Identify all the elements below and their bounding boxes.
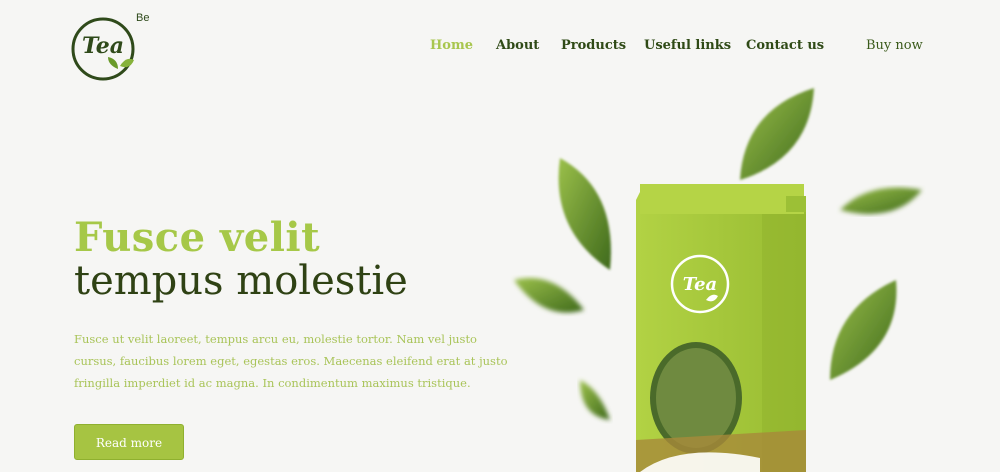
leaf-icon [830, 280, 897, 380]
main-nav: Home About Products Useful links Contact… [430, 38, 920, 58]
hero-title-line1: Fusce velit [74, 214, 321, 261]
nav-about[interactable]: About [496, 38, 539, 53]
leaf-icon [514, 278, 584, 313]
leaf-icon [840, 187, 922, 215]
nav-home[interactable]: Home [430, 38, 473, 53]
read-more-button[interactable]: Read more [74, 424, 184, 460]
leaf-icon [740, 88, 814, 180]
leaf-icon [580, 380, 610, 420]
package-logo-text: Tea [683, 274, 717, 295]
buy-now-link[interactable]: Buy now [866, 38, 923, 53]
brand-logo[interactable]: Tea [70, 16, 140, 82]
nav-contact-us[interactable]: Contact us [746, 38, 824, 53]
brand-logo-text: Tea [82, 33, 124, 59]
tea-package-illustration: Tea [514, 88, 922, 472]
leaf-icon [558, 158, 611, 270]
nav-useful-links[interactable]: Useful links [644, 38, 731, 53]
brand-superscript: Be [136, 12, 150, 24]
hero-description: Fusce ut velit laoreet, tempus arcu eu, … [74, 332, 508, 390]
hero-title-line2: tempus molestie [74, 258, 408, 304]
nav-products[interactable]: Products [561, 38, 626, 53]
